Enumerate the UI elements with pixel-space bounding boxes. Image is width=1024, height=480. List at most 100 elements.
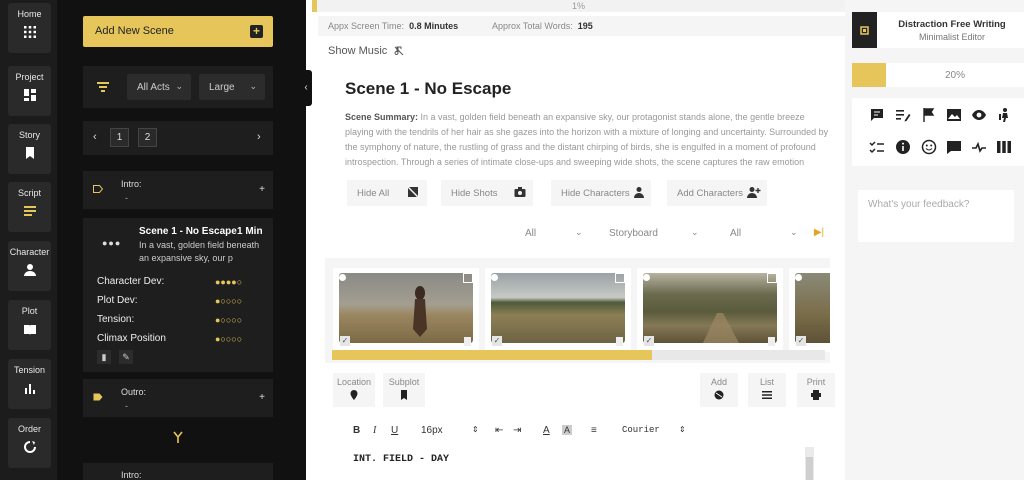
- bold-button[interactable]: B: [353, 425, 360, 436]
- pulse-icon[interactable]: [971, 139, 987, 155]
- checkbox-icon[interactable]: ✓: [644, 336, 654, 346]
- trash-icon[interactable]: ▮: [97, 350, 111, 364]
- music-off-icon[interactable]: [394, 46, 404, 56]
- nav-tension[interactable]: Tension: [8, 359, 51, 409]
- add-characters-button[interactable]: Add Characters: [667, 180, 767, 206]
- checkbox-icon[interactable]: ✓: [796, 336, 806, 346]
- italic-button[interactable]: I: [373, 425, 376, 436]
- filter-all-select[interactable]: All ⌄: [517, 222, 587, 246]
- metric-label: Plot Dev:: [97, 295, 138, 306]
- hide-shots-button[interactable]: Hide Shots: [441, 180, 533, 206]
- trash-icon[interactable]: [768, 337, 775, 346]
- character-walk-icon[interactable]: [996, 107, 1012, 123]
- storyboard-image-partial: [795, 273, 830, 343]
- act-filter-select[interactable]: All Acts ⌄: [127, 74, 191, 100]
- select-circle-icon[interactable]: [339, 274, 346, 281]
- nav-project[interactable]: Project: [8, 66, 51, 116]
- distraction-free-writing-button[interactable]: Distraction Free Writing Minimalist Edit…: [852, 12, 1024, 48]
- add-new-scene-button[interactable]: Add New Scene +: [83, 16, 273, 47]
- storyboard-scrollbar-thumb[interactable]: [332, 350, 653, 360]
- scene-filter-bar: All Acts ⌄ Large ⌄: [83, 66, 273, 108]
- indent-decrease-icon[interactable]: ⇤: [495, 425, 503, 436]
- editor-scrollbar-thumb[interactable]: [806, 457, 813, 480]
- play-next-icon[interactable]: ▶|: [809, 222, 829, 244]
- act-card-intro-2[interactable]: Intro:: [83, 463, 273, 480]
- split-icon[interactable]: [172, 431, 184, 443]
- nav-script[interactable]: Script: [8, 182, 51, 232]
- trash-icon[interactable]: [464, 337, 471, 346]
- show-music-toggle[interactable]: Show Music: [328, 45, 387, 57]
- feedback-input[interactable]: [858, 190, 1014, 242]
- act-label: Outro:: [121, 387, 147, 397]
- select-circle-icon[interactable]: [795, 274, 802, 281]
- select-circle-icon[interactable]: [643, 274, 650, 281]
- edit-icon[interactable]: ✎: [119, 350, 133, 364]
- page-button-2[interactable]: 2: [138, 128, 157, 147]
- columns-icon[interactable]: [996, 139, 1012, 155]
- nav-story[interactable]: Story: [8, 124, 51, 174]
- checkbox-icon[interactable]: ✓: [492, 336, 502, 346]
- font-size-select[interactable]: 16px: [421, 425, 443, 436]
- editor-scrollbar[interactable]: [805, 447, 814, 480]
- scene-summary-text: In a vast, golden field beneath an expan…: [345, 112, 829, 167]
- print-button[interactable]: Print: [797, 373, 835, 407]
- hide-characters-button[interactable]: Hide Characters: [551, 180, 651, 206]
- total-words-stat: Approx Total Words: 195: [492, 21, 593, 31]
- act-card-intro[interactable]: Intro: - +: [83, 171, 273, 209]
- writing-progress-text: 20%: [944, 70, 965, 81]
- collapse-panel-button[interactable]: ‹: [300, 70, 312, 106]
- nav-order[interactable]: Order: [8, 418, 51, 468]
- page-button-1[interactable]: 1: [110, 128, 129, 147]
- underline-button[interactable]: U: [391, 425, 398, 436]
- storyboard-frame[interactable]: ✓: [789, 268, 830, 352]
- comment-icon[interactable]: [869, 107, 885, 123]
- act-filter-value: All Acts: [137, 82, 170, 93]
- add-button[interactable]: Add: [700, 373, 738, 407]
- info-icon[interactable]: [895, 139, 911, 155]
- nav-character[interactable]: Character: [8, 241, 51, 291]
- indent-increase-icon[interactable]: ⇥: [513, 425, 521, 436]
- highlight-icon[interactable]: A: [562, 425, 573, 435]
- nav-plot[interactable]: Plot: [8, 300, 51, 350]
- filter-all-select-2[interactable]: All ⌄: [722, 222, 802, 246]
- edit-note-icon[interactable]: [895, 107, 911, 123]
- list-button[interactable]: List: [748, 373, 786, 407]
- chevron-right-icon[interactable]: ›: [257, 131, 261, 143]
- align-left-icon[interactable]: ≡: [591, 425, 597, 436]
- act-card-outro[interactable]: Outro: - +: [83, 379, 273, 417]
- font-family-select[interactable]: Courier: [622, 425, 660, 435]
- plus-icon[interactable]: +: [259, 392, 265, 403]
- subplot-button[interactable]: Subplot: [383, 373, 425, 407]
- expand-icon[interactable]: [767, 273, 777, 283]
- trash-icon[interactable]: [616, 337, 623, 346]
- add-label: Add: [710, 377, 727, 387]
- drag-handle-icon[interactable]: ●●●: [102, 238, 121, 248]
- image-icon[interactable]: [946, 107, 962, 123]
- expand-icon[interactable]: [615, 273, 625, 283]
- scene-card[interactable]: ●●● Scene 1 - No Escape 1 Min In a vast,…: [83, 218, 273, 372]
- filter-icon[interactable]: [97, 82, 109, 92]
- emoji-icon[interactable]: [921, 139, 937, 155]
- nav-home[interactable]: Home: [8, 3, 51, 53]
- grid-dots-icon: [23, 26, 36, 38]
- hide-all-button[interactable]: Hide All: [347, 180, 427, 206]
- select-circle-icon[interactable]: [491, 274, 498, 281]
- storyboard-frame[interactable]: ✓: [637, 268, 783, 352]
- checklist-icon[interactable]: [869, 139, 885, 155]
- storyboard-scrollbar[interactable]: [332, 350, 825, 360]
- checkbox-icon[interactable]: ✓: [340, 336, 350, 346]
- chevron-left-icon[interactable]: ‹: [93, 131, 97, 143]
- storyboard-frame[interactable]: ✓: [333, 268, 479, 352]
- flag-icon[interactable]: [921, 107, 937, 123]
- editor-content[interactable]: INT. FIELD - DAY: [353, 454, 449, 465]
- expand-icon[interactable]: [463, 273, 473, 283]
- font-color-icon[interactable]: A: [543, 425, 550, 436]
- eye-icon[interactable]: [971, 107, 987, 123]
- location-button[interactable]: Location: [333, 373, 375, 407]
- plus-icon[interactable]: +: [259, 184, 265, 195]
- view-mode-select[interactable]: Storyboard ⌄: [601, 222, 703, 246]
- view-mode-value: Storyboard: [609, 228, 658, 239]
- storyboard-frame[interactable]: ✓: [485, 268, 631, 352]
- chat-icon[interactable]: [946, 139, 962, 155]
- size-filter-select[interactable]: Large ⌄: [199, 74, 265, 100]
